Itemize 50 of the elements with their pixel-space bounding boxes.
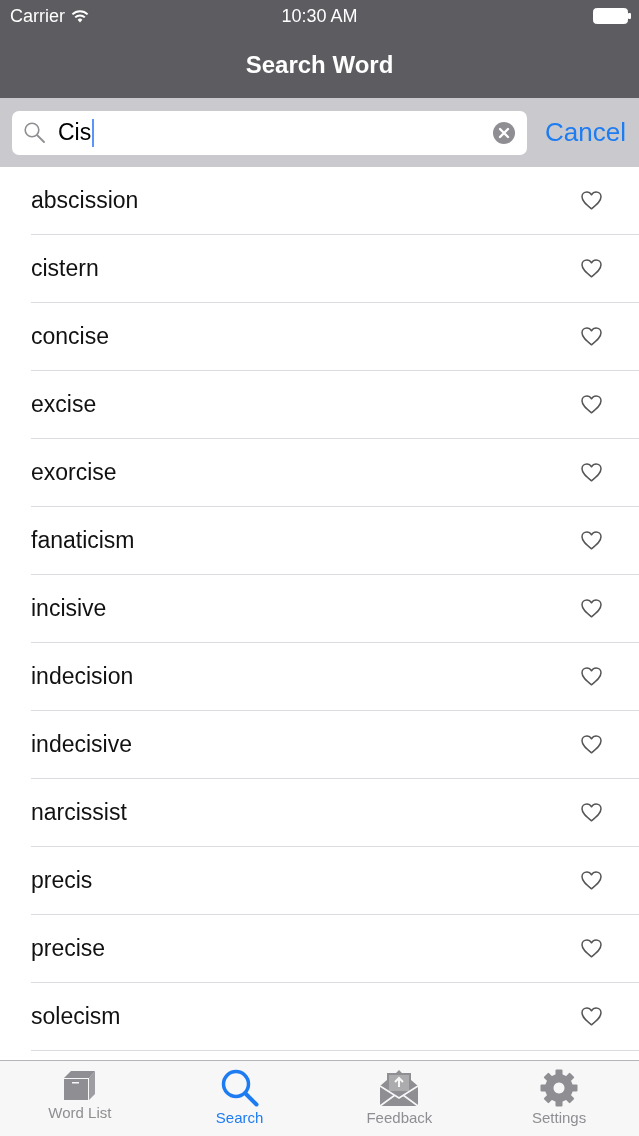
result-word: indecision bbox=[31, 663, 135, 690]
result-row[interactable]: precis bbox=[31, 847, 639, 915]
search-text: Cis bbox=[58, 119, 92, 146]
result-row[interactable]: incisive bbox=[31, 575, 639, 643]
result-row[interactable]: concise bbox=[31, 303, 639, 371]
result-row[interactable]: precise bbox=[31, 915, 639, 983]
result-word: excise bbox=[31, 391, 98, 418]
heart-icon[interactable] bbox=[581, 531, 602, 550]
heart-icon[interactable] bbox=[581, 803, 602, 822]
clear-icon[interactable] bbox=[493, 121, 516, 144]
status-time: 10:30 AM bbox=[281, 5, 358, 27]
tab-item[interactable]: Search bbox=[159, 1061, 320, 1136]
result-word: concise bbox=[31, 323, 110, 350]
result-row[interactable]: indecision bbox=[31, 643, 639, 711]
heart-icon[interactable] bbox=[581, 259, 602, 278]
result-row[interactable]: solecism bbox=[31, 983, 639, 1051]
result-word: narcissist bbox=[31, 799, 128, 826]
result-word: exorcise bbox=[31, 459, 118, 486]
result-word: cistern bbox=[31, 255, 100, 282]
result-word: precise bbox=[31, 935, 107, 962]
carrier-label: Carrier bbox=[10, 5, 65, 27]
search-field[interactable]: Cis bbox=[12, 110, 528, 155]
heart-icon[interactable] bbox=[581, 327, 602, 346]
heart-icon[interactable] bbox=[581, 667, 602, 686]
screen-title: Search Word bbox=[245, 50, 394, 79]
result-word: indecisive bbox=[31, 731, 133, 758]
result-word: solecism bbox=[31, 1003, 122, 1030]
text-cursor bbox=[92, 118, 95, 147]
heart-icon[interactable] bbox=[581, 463, 602, 482]
heart-icon[interactable] bbox=[581, 939, 602, 958]
heart-icon[interactable] bbox=[581, 1007, 602, 1026]
heart-icon[interactable] bbox=[581, 395, 602, 414]
heart-icon[interactable] bbox=[581, 599, 602, 618]
result-row[interactable]: indecisive bbox=[31, 711, 639, 779]
result-row[interactable]: fanaticism bbox=[31, 507, 639, 575]
result-word: abscission bbox=[31, 187, 140, 214]
heart-icon[interactable] bbox=[581, 871, 602, 890]
result-row[interactable]: cistern bbox=[31, 235, 639, 303]
wifi-icon bbox=[71, 9, 89, 23]
battery-icon bbox=[593, 8, 631, 24]
result-row[interactable]: narcissist bbox=[31, 779, 639, 847]
result-word: incisive bbox=[31, 595, 108, 622]
result-word: precis bbox=[31, 867, 94, 894]
search-icon bbox=[24, 122, 45, 143]
result-row[interactable]: exorcise bbox=[31, 439, 639, 507]
result-word: fanaticism bbox=[31, 527, 136, 554]
result-row[interactable]: excise bbox=[31, 371, 639, 439]
heart-icon[interactable] bbox=[581, 735, 602, 754]
heart-icon[interactable] bbox=[581, 191, 602, 210]
result-row[interactable]: abscission bbox=[31, 167, 639, 235]
